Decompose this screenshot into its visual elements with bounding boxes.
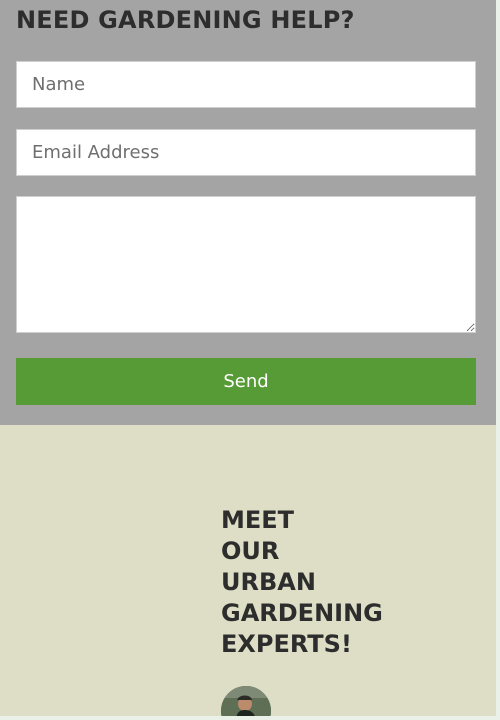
expert-avatar (221, 686, 271, 716)
email-field[interactable] (16, 129, 476, 176)
experts-title: MEET OUR URBAN GARDENING EXPERTS! (221, 505, 383, 660)
experts-title-line: MEET (221, 506, 295, 534)
experts-title-line: GARDENING (221, 599, 383, 627)
page-edge-strip (496, 0, 500, 720)
contact-title: NEED GARDENING HELP? (16, 6, 355, 34)
experts-title-line: OUR (221, 537, 280, 565)
contact-section: NEED GARDENING HELP? Send (0, 0, 496, 425)
experts-title-line: EXPERTS! (221, 630, 352, 658)
bottom-edge-strip (0, 716, 500, 720)
experts-section: MEET OUR URBAN GARDENING EXPERTS! (0, 425, 496, 716)
name-field[interactable] (16, 61, 476, 108)
message-field[interactable] (16, 196, 476, 333)
experts-title-line: URBAN (221, 568, 316, 596)
expert-photo (221, 686, 271, 716)
send-button[interactable]: Send (16, 358, 476, 405)
